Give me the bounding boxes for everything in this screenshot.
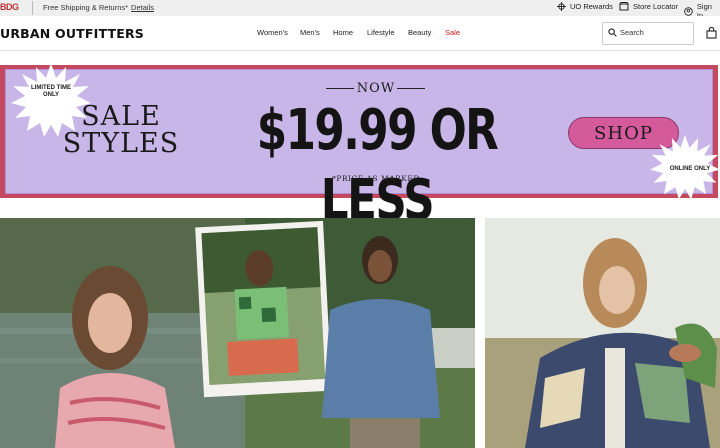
now-rule-right (397, 88, 425, 89)
rewards-icon (557, 2, 566, 11)
nav-womens[interactable]: Women's (257, 28, 288, 37)
bdg-logo[interactable]: BDG (0, 2, 19, 12)
price-headline: $19.99 OR LESS (256, 98, 499, 233)
shipping-details-link[interactable]: Details (131, 3, 154, 12)
rewards-label: UO Rewards (570, 2, 613, 11)
lifestyle-photo-left[interactable] (0, 218, 475, 448)
price-note: *PRICE AS MARKED (332, 174, 420, 183)
now-label: NOW (356, 81, 396, 96)
store-icon (619, 2, 629, 11)
shopping-bag-icon[interactable] (706, 27, 717, 39)
nav-mens[interactable]: Men's (300, 28, 320, 37)
nav-lifestyle[interactable]: Lifestyle (367, 28, 395, 37)
nav-sale[interactable]: Sale (445, 28, 460, 37)
lifestyle-photo-right[interactable] (485, 218, 720, 448)
user-icon (684, 6, 693, 16)
search-icon (608, 28, 617, 37)
rewards-link[interactable]: UO Rewards (557, 2, 613, 11)
utility-divider (32, 1, 33, 15)
shipping-text: Free Shipping & Returns* (43, 3, 129, 12)
search-label: Search (620, 28, 644, 37)
store-locator-label: Store Locator (633, 2, 679, 11)
sale-styles-heading: SALE STYLES (62, 101, 180, 159)
nav-home[interactable]: Home (333, 28, 353, 37)
store-locator-link[interactable]: Store Locator (619, 2, 678, 11)
site-logo[interactable]: URBAN OUTFITTERS (0, 26, 144, 41)
now-rule-left (326, 88, 354, 89)
nav-beauty[interactable]: Beauty (408, 28, 431, 37)
online-only-label: ONLINE ONLY (669, 166, 711, 172)
shipping-promo: Free Shipping & Returns* Details (43, 3, 154, 12)
limited-time-label: LIMITED TIME ONLY (31, 85, 71, 98)
cardigan-model-image (485, 218, 720, 448)
editorial-collage-image (0, 218, 475, 448)
